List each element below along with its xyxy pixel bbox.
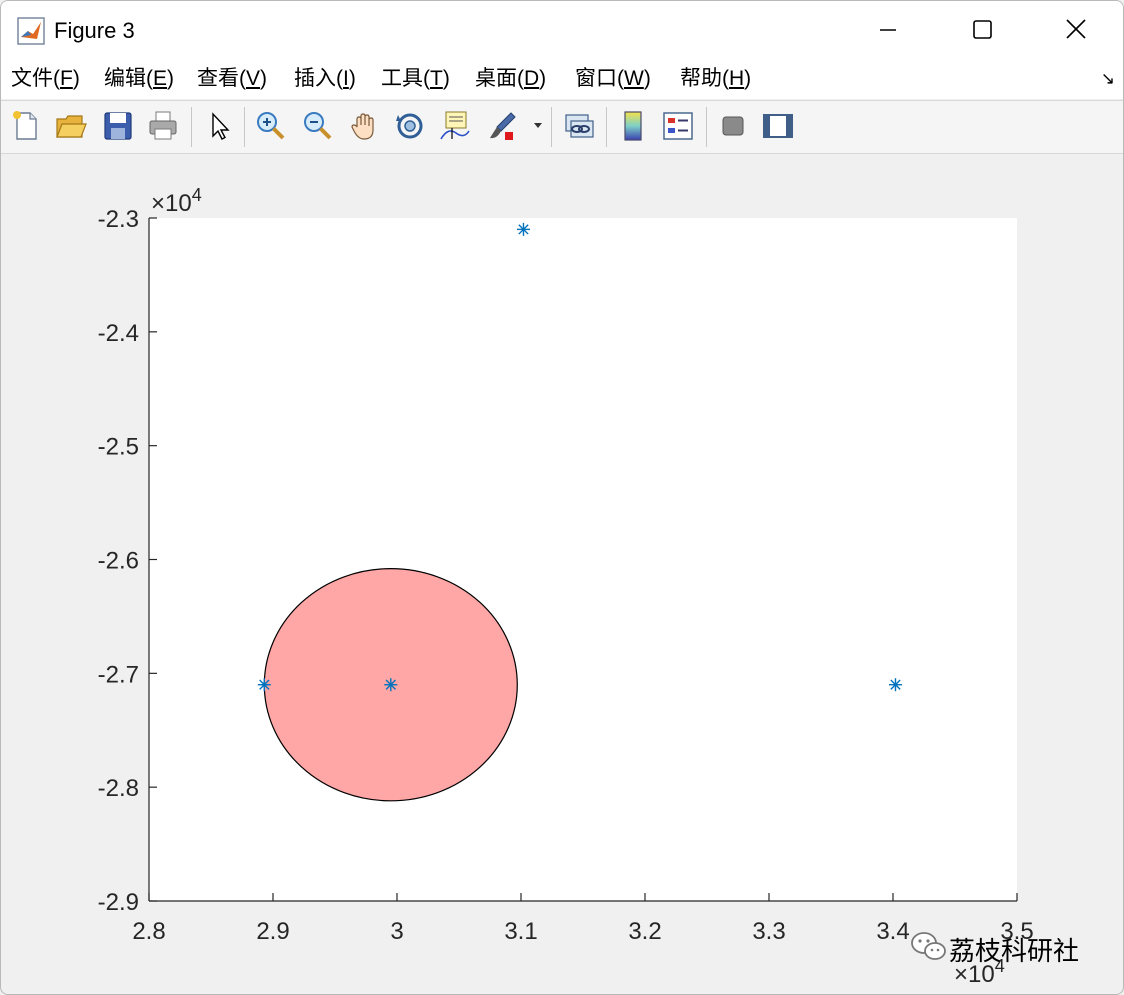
y-tick-label: -2.4 <box>98 320 139 347</box>
y-tick-label: -2.6 <box>98 548 139 575</box>
data-point <box>384 678 398 692</box>
y-tick-label: -2.5 <box>98 434 139 461</box>
x-tick-label: 3.3 <box>752 918 785 945</box>
x-tick-label: 3.4 <box>876 918 909 945</box>
axes-background <box>149 218 1017 901</box>
data-point <box>257 678 271 692</box>
y-tick-label: -2.8 <box>98 775 139 802</box>
plot-area[interactable]: 2.8 2.9 3 3.1 3.2 3.3 3.4 3.5-2.3-2.4-2.5-2.6-2… <box>1 1 1123 994</box>
figure-window: Figure 3 文件(F) 编辑(E) 查看(V) 插入(I) 工具(T) 桌… <box>0 0 1124 995</box>
wechat-icon <box>911 932 946 960</box>
data-point <box>516 222 530 236</box>
x-tick-label: 2.9 <box>256 918 289 945</box>
data-point <box>888 678 902 692</box>
watermark-text: 荔枝科研社 <box>949 937 1080 967</box>
y-tick-label: -2.9 <box>98 889 139 916</box>
x-tick-label: 2.8 <box>132 918 165 945</box>
y-tick-label: -2.3 <box>98 206 139 233</box>
x-tick-label: 3 <box>390 918 403 945</box>
x-tick-label: 3.2 <box>628 918 661 945</box>
y-tick-label: -2.7 <box>98 661 139 688</box>
x-tick-label: 3.1 <box>504 918 537 945</box>
y-exponent-label: ×104 <box>151 185 202 217</box>
